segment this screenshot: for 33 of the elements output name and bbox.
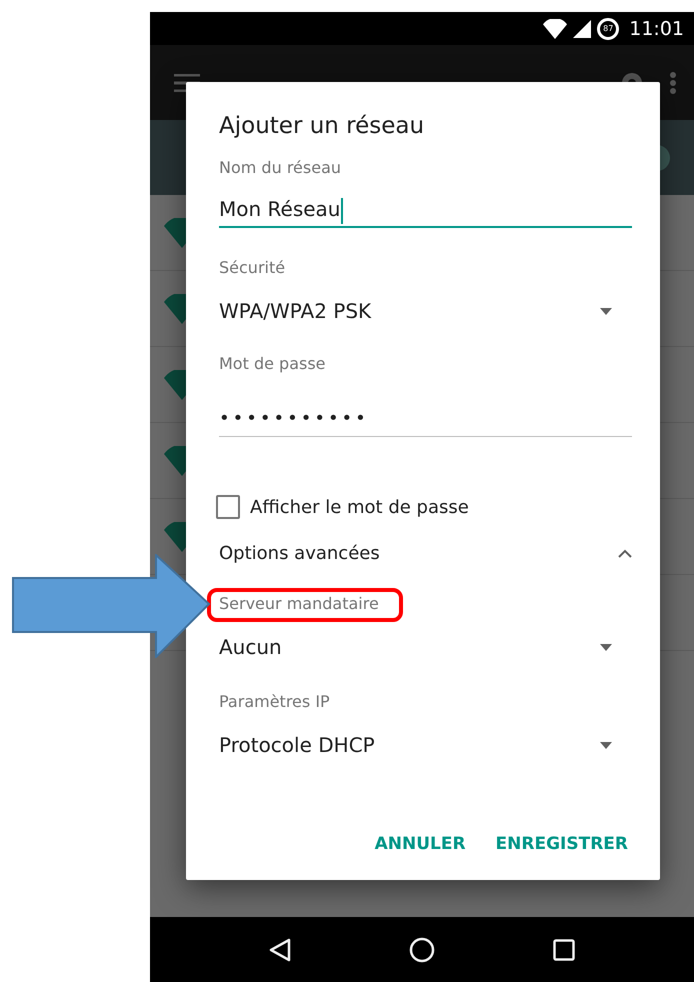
save-button[interactable]: ENREGISTRER bbox=[496, 834, 628, 854]
dropdown-value[interactable]: Protocole DHCP bbox=[219, 730, 375, 760]
field-label: Mot de passe bbox=[219, 354, 326, 374]
field-label: Serveur mandataire bbox=[219, 594, 379, 613]
dropdown-value[interactable]: Aucun bbox=[219, 632, 282, 662]
clock: 11:01 bbox=[629, 18, 684, 40]
dropdown-arrow-icon[interactable] bbox=[600, 308, 612, 314]
wifi-icon bbox=[164, 522, 186, 552]
dropdown-arrow-icon[interactable] bbox=[600, 742, 612, 748]
network-name-field[interactable]: Mon Réseau bbox=[219, 194, 632, 228]
signal-icon bbox=[573, 20, 592, 38]
wifi-icon bbox=[164, 294, 186, 324]
dropdown-arrow-icon[interactable] bbox=[600, 644, 612, 650]
wifi-icon bbox=[164, 218, 186, 248]
field-label: Paramètres IP bbox=[219, 692, 330, 712]
checkbox[interactable] bbox=[216, 495, 240, 519]
advanced-options-label[interactable]: Options avancées bbox=[219, 543, 380, 564]
field-label: Nom du réseau bbox=[219, 158, 342, 178]
chevron-icon[interactable] bbox=[618, 549, 632, 558]
cancel-button[interactable]: ANNULER bbox=[374, 834, 466, 854]
field-label: Sécurité bbox=[219, 258, 286, 278]
wifi-icon bbox=[164, 446, 186, 476]
password-field[interactable]: ••••••••••• bbox=[219, 404, 632, 437]
dialog-title: Ajouter un réseau bbox=[219, 112, 426, 141]
home-icon[interactable] bbox=[409, 936, 435, 962]
wifi-icon bbox=[164, 370, 186, 400]
dropdown-value[interactable]: WPA/WPA2 PSK bbox=[219, 296, 372, 326]
checkbox-label[interactable]: Afficher le mot de passe bbox=[250, 496, 469, 518]
battery-indicator: 87 bbox=[597, 18, 620, 40]
recents-icon[interactable] bbox=[553, 938, 575, 960]
wifi-icon bbox=[543, 18, 568, 38]
back-icon[interactable] bbox=[269, 938, 291, 962]
more-icon[interactable] bbox=[670, 72, 676, 94]
